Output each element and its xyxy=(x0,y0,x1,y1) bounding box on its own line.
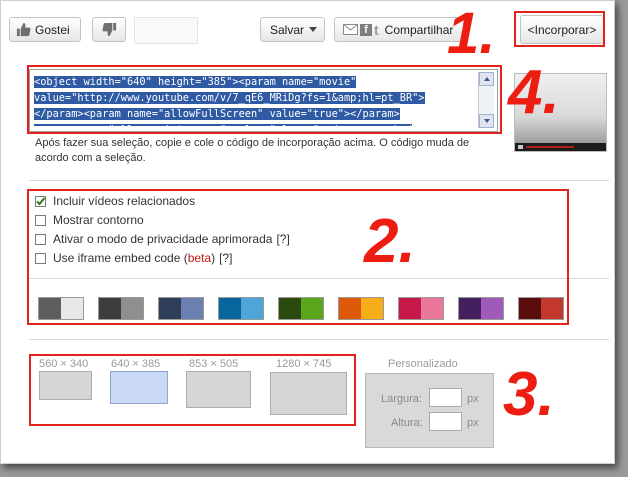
width-input[interactable] xyxy=(429,388,462,407)
annotation-number-2: 2. xyxy=(364,207,416,276)
email-icon xyxy=(343,24,358,35)
embed-panel: Gostei Salvar f t Compartilhar <Incorpor… xyxy=(0,0,615,464)
save-label: Salvar xyxy=(270,22,305,37)
height-input[interactable] xyxy=(429,412,462,431)
dislike-button[interactable] xyxy=(92,17,126,42)
annotation-box-3 xyxy=(29,354,356,426)
width-label: Largura: xyxy=(381,393,422,405)
progress-bar xyxy=(526,146,574,148)
ratings-bar xyxy=(134,17,198,44)
custom-size-panel xyxy=(365,373,494,448)
width-unit: px xyxy=(467,393,479,405)
divider xyxy=(29,180,609,181)
facebook-icon: f xyxy=(360,23,372,36)
twitter-icon: t xyxy=(374,21,379,38)
annotation-box-1 xyxy=(514,11,605,47)
save-button[interactable]: Salvar xyxy=(260,17,325,42)
share-button[interactable]: f t Compartilhar xyxy=(334,17,464,42)
height-label: Altura: xyxy=(391,417,423,429)
divider xyxy=(29,339,609,340)
annotation-number-3: 3. xyxy=(503,360,555,429)
thumbs-down-icon xyxy=(101,22,116,37)
play-icon xyxy=(518,145,523,149)
thumbs-up-icon xyxy=(16,22,31,37)
share-label: Compartilhar xyxy=(384,22,454,37)
annotation-box-4 xyxy=(27,65,502,134)
height-unit: px xyxy=(467,417,479,429)
annotation-number-1: 1. xyxy=(447,1,496,66)
annotation-box-2 xyxy=(27,189,569,325)
like-label: Gostei xyxy=(35,22,70,37)
like-button[interactable]: Gostei xyxy=(9,17,81,42)
embed-hint: Após fazer sua seleção, copie e cole o c… xyxy=(35,137,470,164)
custom-size-title: Personalizado xyxy=(388,358,458,370)
annotation-number-4: 4. xyxy=(508,58,560,127)
chevron-down-icon xyxy=(309,27,318,32)
